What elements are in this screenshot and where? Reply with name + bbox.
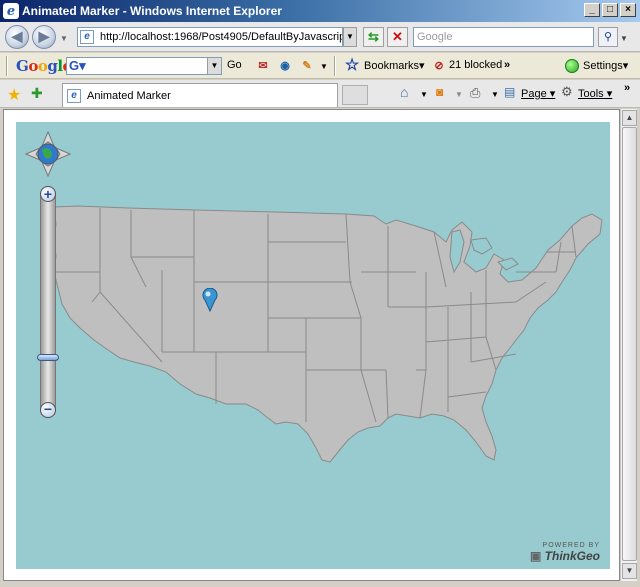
search-button[interactable]: ⚲ (598, 27, 618, 47)
maximize-button[interactable]: □ (602, 3, 618, 17)
page-menu-icon: ▤ (504, 85, 516, 99)
window-title: Animated Marker - Windows Internet Explo… (22, 4, 282, 18)
page-menu-button[interactable]: Page ▾ (521, 87, 555, 100)
back-button[interactable]: ◀ (5, 25, 29, 49)
stop-button[interactable]: ✕ (387, 27, 408, 47)
minimize-button[interactable]: _ (584, 3, 600, 17)
page-icon: e (80, 30, 94, 44)
bookmarks-button[interactable]: Bookmarks▾ (364, 59, 425, 72)
google-toolbar: Google G▾ ▼ Go ✉ ◉ ✎ ▼ ☆ Bookmarks▾ ⊘ 21… (0, 53, 640, 79)
favorites-star-icon[interactable]: ★ (7, 85, 21, 105)
google-search-dropdown[interactable]: ▼ (207, 58, 221, 74)
search-options-icon[interactable]: ▼ (620, 34, 628, 43)
google-logo[interactable]: Google (16, 57, 72, 75)
forward-icon: ▶ (38, 28, 50, 44)
commandbar-chevron-icon[interactable]: » (624, 82, 630, 94)
usa-landmass (53, 205, 603, 463)
tab-row: ★ ✚ e Animated Marker ⌂ ▼ ◙ ▼ ⎙ ▼ ▤ Page… (0, 80, 640, 108)
scroll-thumb[interactable] (622, 127, 637, 561)
popup-blocked-count[interactable]: 21 blocked (449, 59, 502, 71)
map-marker-icon[interactable] (202, 287, 218, 313)
page-content: + − POWERED BY ▣ ThinkGeo (3, 109, 620, 581)
stop-icon: ✕ (392, 29, 403, 44)
refresh-button[interactable]: ⇆ (363, 27, 384, 47)
zoom-in-icon[interactable]: + (40, 186, 56, 202)
toolbar-more-dropdown[interactable]: ▼ (320, 62, 328, 71)
scroll-down-button[interactable]: ▼ (622, 563, 637, 579)
toolbar-separator (334, 56, 335, 76)
tab-animated-marker[interactable]: e Animated Marker (62, 83, 338, 107)
status-bar (0, 581, 640, 587)
forward-button[interactable]: ▶ (32, 25, 56, 49)
map-view[interactable]: + − POWERED BY ▣ ThinkGeo (16, 122, 610, 569)
tools-menu-button[interactable]: Tools ▾ (578, 87, 612, 100)
toolbar-grip (6, 56, 7, 76)
popup-icon[interactable]: ✎ (298, 57, 316, 75)
ie-logo-icon: e (3, 3, 19, 19)
print-dropdown[interactable]: ▼ (491, 90, 499, 99)
address-url: http://localhost:1968/Post4905/DefaultBy… (100, 31, 343, 43)
window-controls: _ □ × (584, 3, 636, 17)
usa-map-svg (53, 205, 603, 463)
address-input[interactable]: e http://localhost:1968/Post4905/Default… (77, 27, 343, 47)
address-row: ◀ ▶ ▼ e http://localhost:1968/Post4905/D… (0, 22, 640, 52)
google-g-icon: G▾ (69, 58, 86, 73)
zoom-slider[interactable]: + − (37, 186, 59, 418)
settings-button[interactable]: Settings▾ (583, 59, 628, 72)
tools-gear-icon: ⚙ (561, 84, 573, 99)
zoom-out-icon[interactable]: − (40, 402, 56, 418)
address-dropdown-button[interactable]: ▼ (343, 27, 357, 47)
back-icon: ◀ (11, 28, 23, 44)
powered-by-logo: POWERED BY ▣ ThinkGeo (529, 542, 600, 563)
bookmarks-star-icon: ☆ (344, 57, 360, 74)
settings-status-icon (565, 59, 579, 73)
scroll-up-button[interactable]: ▲ (622, 110, 637, 126)
pagerank-icon[interactable]: ✉ (254, 57, 272, 75)
new-tab-button[interactable] (342, 85, 368, 105)
search-icon: ⚲ (603, 31, 613, 43)
add-favorite-icon[interactable]: ✚ (31, 85, 43, 102)
history-dropdown-icon[interactable]: ▼ (60, 34, 68, 43)
search-input[interactable]: Google (413, 27, 594, 47)
feeds-icon[interactable]: ◙ (436, 85, 443, 99)
globe-icon[interactable]: ◉ (276, 57, 294, 75)
vertical-scrollbar[interactable]: ▲ ▼ (620, 109, 637, 581)
toolbar-chevron-icon[interactable]: » (504, 59, 510, 71)
close-button[interactable]: × (620, 3, 636, 17)
window-title-bar: e Animated Marker - Windows Internet Exp… (0, 0, 640, 22)
feeds-dropdown[interactable]: ▼ (455, 90, 463, 99)
google-search-input[interactable]: G▾ ▼ (66, 57, 222, 75)
popup-blocker-icon: ⊘ (434, 60, 444, 72)
home-dropdown[interactable]: ▼ (420, 90, 428, 99)
tab-label: Animated Marker (87, 89, 171, 102)
home-icon[interactable]: ⌂ (400, 84, 408, 100)
print-icon[interactable]: ⎙ (470, 85, 480, 101)
refresh-icon: ⇆ (368, 29, 379, 44)
pan-compass-icon[interactable] (24, 130, 72, 178)
tab-page-icon: e (67, 88, 81, 103)
zoom-slider-thumb[interactable] (37, 354, 59, 361)
google-go-button[interactable]: Go (227, 59, 242, 71)
